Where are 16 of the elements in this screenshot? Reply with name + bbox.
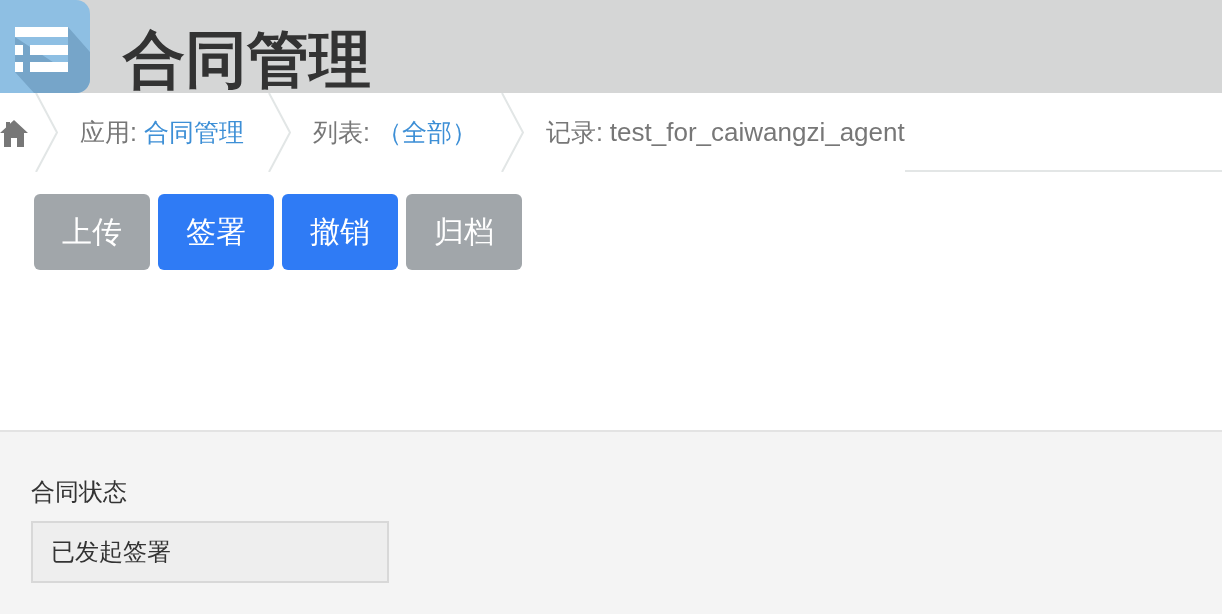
breadcrumb-link[interactable]: （全部） <box>376 113 477 152</box>
chevron-separator-icon <box>35 93 59 172</box>
action-button[interactable]: 撤销 <box>282 194 398 270</box>
chevron-separator-icon <box>267 93 292 172</box>
breadcrumb-label: 应用: <box>80 116 137 148</box>
breadcrumb-label: 记录: <box>545 116 603 148</box>
app-list-icon <box>0 0 90 93</box>
status-field: 已发起签署 <box>31 521 389 583</box>
breadcrumb-link[interactable]: 合同管理 <box>143 113 244 152</box>
home-icon[interactable] <box>0 118 28 147</box>
page-title: 合同管理 <box>123 27 371 93</box>
chevron-separator-icon <box>500 93 525 172</box>
breadcrumb-label: 列表: <box>312 116 370 148</box>
record-name: test_for_caiwangzi_agent <box>609 116 905 149</box>
field-label: 合同状态 <box>31 477 127 507</box>
action-button[interactable]: 签署 <box>158 194 274 270</box>
